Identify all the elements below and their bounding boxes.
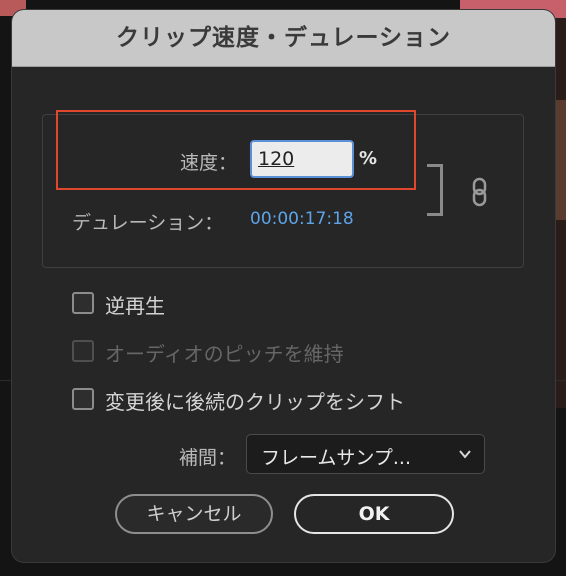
reverse-speed-checkbox[interactable]: [72, 292, 94, 314]
ok-button[interactable]: OK: [294, 494, 454, 534]
link-chain-icon[interactable]: [470, 176, 490, 208]
duration-label: デュレーション：: [72, 212, 224, 234]
clip-speed-duration-dialog: クリップ速度・デュレーション 速度： 120 % デュレーション： 00:00:…: [12, 10, 555, 562]
annotation-highlight-box: [56, 110, 416, 190]
link-bracket: [427, 164, 443, 216]
reverse-speed-label: 逆再生: [105, 294, 165, 318]
chevron-down-icon: [459, 450, 471, 459]
dialog-titlebar[interactable]: クリップ速度・デュレーション: [12, 10, 555, 67]
duration-value[interactable]: 00:00:17:18: [250, 209, 354, 229]
ripple-edit-checkbox[interactable]: [72, 388, 94, 410]
cancel-button[interactable]: キャンセル: [115, 494, 273, 534]
maintain-audio-pitch-label: オーディオのピッチを維持: [105, 342, 344, 366]
interpolation-value: フレームサンプ...: [261, 447, 411, 469]
dialog-title: クリップ速度・デュレーション: [115, 25, 452, 51]
maintain-audio-pitch-checkbox: [72, 340, 94, 362]
interpolation-dropdown[interactable]: フレームサンプ...: [246, 434, 485, 474]
interpolation-label: 補間：: [179, 447, 237, 469]
ripple-edit-label: 変更後に後続のクリップをシフト: [105, 390, 405, 414]
